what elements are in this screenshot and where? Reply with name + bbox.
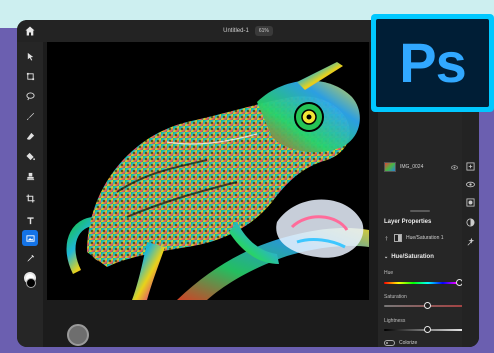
document-title[interactable]: Untitled-1 bbox=[223, 28, 249, 34]
canvas-area bbox=[43, 42, 378, 347]
layer-name: IMG_0024 bbox=[400, 164, 424, 170]
visibility-icon[interactable] bbox=[466, 180, 475, 189]
mask-icon[interactable] bbox=[466, 198, 475, 207]
home-icon[interactable] bbox=[25, 26, 35, 36]
hue-saturation-section[interactable]: ⌄ Hue/Saturation bbox=[384, 254, 434, 260]
lasso-icon bbox=[25, 91, 35, 100]
stamp-icon bbox=[26, 172, 34, 180]
paint-bucket-icon bbox=[25, 152, 35, 160]
chevron-down-icon: ⌄ bbox=[384, 254, 389, 260]
effects-icon[interactable] bbox=[466, 238, 475, 247]
type-tool[interactable] bbox=[22, 212, 38, 228]
type-icon bbox=[26, 216, 34, 224]
lasso-tool[interactable] bbox=[22, 88, 38, 104]
place-image-tool[interactable] bbox=[22, 230, 38, 246]
layer-properties-title: Layer Properties bbox=[384, 219, 432, 225]
adjustment-icon bbox=[394, 234, 402, 242]
eye-icon[interactable] bbox=[451, 164, 458, 171]
lightness-label: Lightness bbox=[384, 318, 406, 324]
brush-icon bbox=[26, 112, 34, 120]
adjustment-layer-name: Hue/Saturation 1 bbox=[406, 235, 444, 241]
zoom-level[interactable]: 61% bbox=[254, 26, 273, 36]
colorize-row[interactable]: Colorize bbox=[384, 340, 417, 346]
layer-thumbnail bbox=[384, 162, 396, 172]
panel-drag-handle[interactable] bbox=[410, 210, 430, 212]
crop-tool[interactable] bbox=[22, 190, 38, 206]
move-arrow-icon bbox=[27, 52, 33, 61]
background-color-swatch[interactable] bbox=[26, 278, 36, 288]
eyedropper-tool[interactable] bbox=[22, 250, 38, 266]
fill-tool[interactable] bbox=[22, 148, 38, 164]
clone-tool[interactable] bbox=[22, 168, 38, 184]
lightness-slider-thumb[interactable] bbox=[424, 326, 431, 333]
photoshop-logo: Ps bbox=[371, 14, 494, 112]
move-tool[interactable] bbox=[22, 48, 38, 64]
adjustment-layer-row[interactable]: Hue/Saturation 1 bbox=[384, 232, 460, 244]
hue-saturation-title: Hue/Saturation bbox=[391, 254, 434, 260]
hue-label: Hue bbox=[384, 270, 394, 276]
chameleon-artwork bbox=[66, 62, 369, 300]
transform-tool[interactable] bbox=[22, 68, 38, 84]
tool-bar bbox=[17, 42, 43, 347]
image-icon bbox=[25, 234, 35, 242]
touch-shortcut-button[interactable] bbox=[67, 324, 89, 346]
colorize-label: Colorize bbox=[399, 340, 418, 346]
saturation-slider-thumb[interactable] bbox=[424, 302, 431, 309]
saturation-label: Saturation bbox=[384, 294, 407, 300]
brush-tool[interactable] bbox=[22, 108, 38, 124]
crop-icon bbox=[25, 193, 35, 203]
layer-item[interactable]: IMG_0024 bbox=[384, 160, 458, 174]
eyedropper-icon bbox=[26, 254, 34, 262]
photoshop-logo-inner: Ps bbox=[376, 19, 489, 107]
colorize-toggle[interactable] bbox=[384, 340, 395, 346]
adjustment-layer-icon[interactable] bbox=[466, 218, 475, 227]
transform-icon bbox=[26, 72, 34, 80]
link-icon bbox=[385, 235, 388, 240]
document-canvas[interactable] bbox=[47, 42, 369, 300]
eraser-icon bbox=[26, 132, 34, 140]
photoshop-logo-text: Ps bbox=[399, 31, 466, 94]
add-layer-icon[interactable] bbox=[466, 162, 475, 171]
eraser-tool[interactable] bbox=[22, 128, 38, 144]
